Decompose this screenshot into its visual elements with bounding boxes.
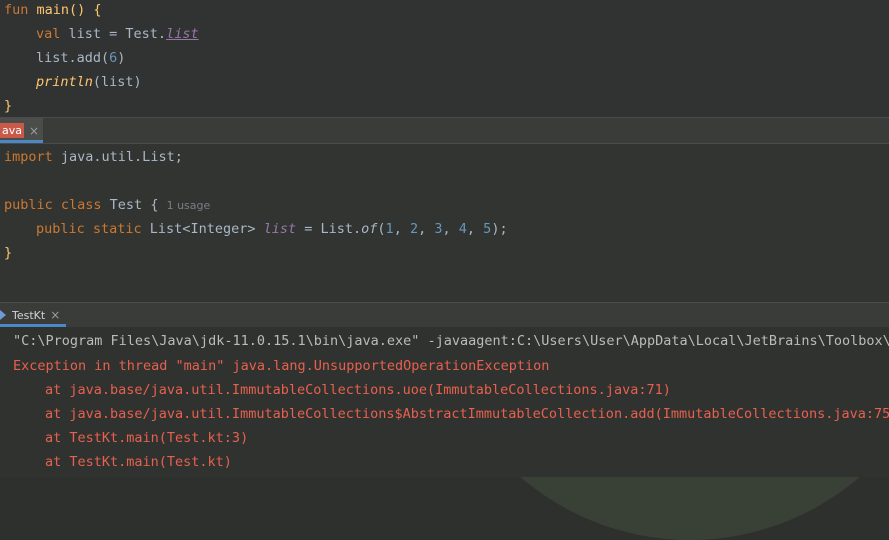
active-tab-indicator: [0, 140, 44, 143]
code-line-5: }: [4, 245, 13, 261]
run-config-icon: [0, 310, 6, 320]
console-exception: Exception in thread "main" java.lang.Uns…: [13, 358, 550, 374]
run-tabbar: TestKt ×: [0, 302, 889, 327]
run-console[interactable]: "C:\Program Files\Java\jdk-11.0.15.1\bin…: [0, 327, 889, 477]
java-editor-tabbar: ava ×: [0, 117, 889, 144]
kotlin-editor[interactable]: fun main() { val list = Test.list list.a…: [0, 0, 889, 117]
code-line-1: import java.util.List;: [4, 149, 183, 165]
code-line-3: list.add(6): [36, 50, 126, 66]
tab-run-testkt[interactable]: TestKt ×: [0, 303, 67, 327]
close-icon[interactable]: ×: [29, 124, 39, 138]
stack-trace-line-4[interactable]: at TestKt.main(Test.kt): [45, 452, 232, 472]
code-line-3: public class Test { 1 usage: [4, 197, 211, 213]
code-line-4: public static List<Integer> list = List.…: [36, 221, 508, 237]
tab-label: TestKt: [12, 308, 46, 322]
code-line-2: val list = Test.list: [36, 26, 199, 42]
tab-java-file[interactable]: ava ×: [0, 118, 44, 143]
console-command-line: "C:\Program Files\Java\jdk-11.0.15.1\bin…: [13, 333, 889, 349]
code-line-5: }: [4, 98, 13, 114]
usage-hint: 1 usage: [166, 199, 211, 212]
tab-label: ava: [0, 123, 24, 138]
stack-trace-line-1[interactable]: at java.base/java.util.ImmutableCollecti…: [45, 380, 671, 400]
java-editor[interactable]: import java.util.List; public class Test…: [0, 144, 889, 302]
stack-trace-line-2[interactable]: at java.base/java.util.ImmutableCollecti…: [45, 404, 889, 424]
close-icon[interactable]: ×: [50, 308, 60, 322]
code-line-1: fun main() {: [4, 2, 102, 18]
stack-trace-line-3[interactable]: at TestKt.main(Test.kt:3): [45, 428, 248, 448]
code-line-4: println(list): [36, 74, 142, 90]
